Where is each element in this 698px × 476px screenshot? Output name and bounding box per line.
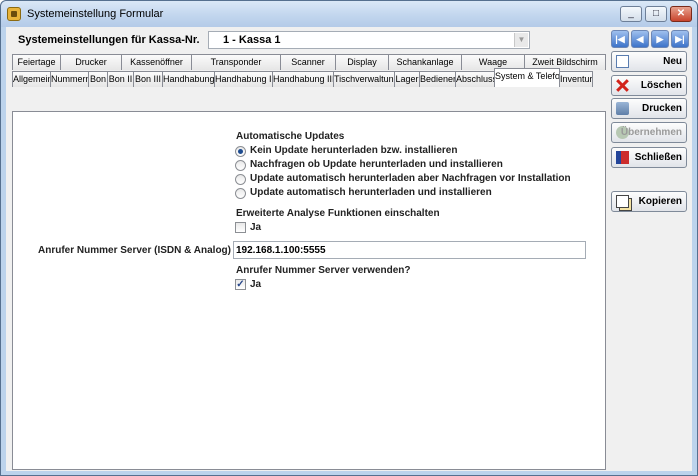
close-form-button[interactable]: Schließen <box>611 147 687 168</box>
caller-server-input[interactable] <box>233 241 586 259</box>
minimize-button[interactable]: _ <box>620 6 642 22</box>
tab-feiertage[interactable]: Feiertage <box>12 54 61 70</box>
kassa-select[interactable]: 1 - Kassa 1 ▼ <box>208 31 530 49</box>
updates-section-title: Automatische Updates <box>236 131 345 142</box>
settings-tabs: Feiertage Drucker Kassenöffner Transpond… <box>12 54 606 470</box>
title-bar[interactable]: Systemeinstellung Formular _ □ ✕ <box>1 1 697 27</box>
first-record-button[interactable]: |◀ <box>611 30 629 48</box>
close-form-button-label: Schließen <box>634 152 682 163</box>
tab-allgemein[interactable]: Allgemein <box>12 71 51 87</box>
tab-scanner[interactable]: Scanner <box>280 54 336 70</box>
tab-bon-iii[interactable]: Bon III <box>133 71 163 87</box>
caller-use-checkbox-label: Ja <box>250 279 262 290</box>
next-record-button[interactable]: ▶ <box>651 30 669 48</box>
previous-record-button[interactable]: ◀ <box>631 30 649 48</box>
copy-button-label: Kopieren <box>638 196 682 207</box>
update-option-radio[interactable] <box>235 188 246 199</box>
tab-tischverwaltung[interactable]: Tischverwaltung <box>333 71 395 87</box>
apply-button-label: Übernehmen <box>620 127 682 138</box>
tab-display[interactable]: Display <box>335 54 389 70</box>
main-window: Systemeinstellung Formular _ □ ✕ Systeme… <box>0 0 698 476</box>
tab-lager[interactable]: Lager <box>394 71 420 87</box>
system-telefon-panel: Automatische Updates Kein Update herunte… <box>12 111 606 470</box>
update-option-label: Update automatisch herunterladen und ins… <box>250 187 492 198</box>
form-client-area: Systemeinstellungen für Kassa-Nr. 1 - Ka… <box>6 27 692 471</box>
tab-bon-ii[interactable]: Bon II <box>107 71 134 87</box>
chevron-down-icon[interactable]: ▼ <box>514 33 528 47</box>
close-window-button[interactable]: ✕ <box>670 6 692 22</box>
last-record-button[interactable]: ▶| <box>671 30 689 48</box>
new-document-icon <box>616 55 629 68</box>
caller-use-checkbox[interactable]: ✓ <box>235 279 246 290</box>
tab-system-telefon[interactable]: System & Telefon <box>494 68 560 87</box>
tab-inventur[interactable]: Inventur <box>559 71 593 87</box>
tab-bon[interactable]: Bon <box>88 71 108 87</box>
maximize-button[interactable]: □ <box>645 6 667 22</box>
print-button-label: Drucken <box>641 103 682 114</box>
tab-handhabung[interactable]: Handhabung <box>162 71 215 87</box>
kassa-label: Systemeinstellungen für Kassa-Nr. <box>18 34 200 46</box>
apply-button[interactable]: Übernehmen <box>611 122 687 143</box>
tab-row-lower: Allgemein Nummern Bon Bon II Bon III Han… <box>12 68 593 87</box>
tab-schankanlage[interactable]: Schankanlage <box>388 54 462 70</box>
tab-drucker[interactable]: Drucker <box>60 54 122 70</box>
window-title: Systemeinstellung Formular <box>27 8 164 20</box>
update-option-radio[interactable] <box>235 174 246 185</box>
caller-server-label: Anrufer Nummer Server (ISDN & Analog) <box>38 245 231 256</box>
update-option-radio[interactable] <box>235 146 246 157</box>
tab-handhabung-ii[interactable]: Handhabung II <box>214 71 273 87</box>
tab-kassenoeffner[interactable]: Kassenöffner <box>121 54 192 70</box>
tab-transponder[interactable]: Transponder <box>191 54 281 70</box>
delete-x-icon <box>616 79 629 92</box>
delete-button[interactable]: Löschen <box>611 75 687 96</box>
update-option-radio[interactable] <box>235 160 246 171</box>
analysis-checkbox-label: Ja <box>250 222 262 233</box>
caller-use-section-title: Anrufer Nummer Server verwenden? <box>236 265 411 276</box>
update-option-label: Nachfragen ob Update herunterladen und i… <box>250 159 503 170</box>
app-icon <box>7 7 21 21</box>
analysis-checkbox[interactable] <box>235 222 246 233</box>
new-button[interactable]: Neu <box>611 51 687 72</box>
tab-handhabung-iii[interactable]: Handhabung III <box>272 71 334 87</box>
update-option-label: Update automatisch herunterladen aber Na… <box>250 173 571 184</box>
kassa-select-value: 1 - Kassa 1 <box>223 34 281 46</box>
tab-abschluss[interactable]: Abschluss <box>455 71 495 87</box>
update-option-label: Kein Update herunterladen bzw. installie… <box>250 145 458 156</box>
tab-bediener[interactable]: Bediener <box>419 71 456 87</box>
print-button[interactable]: Drucken <box>611 98 687 119</box>
delete-button-label: Löschen <box>640 80 682 91</box>
analysis-section-title: Erweiterte Analyse Funktionen einschalte… <box>236 208 440 219</box>
copy-button[interactable]: Kopieren <box>611 191 687 212</box>
tab-nummern[interactable]: Nummern <box>50 71 89 87</box>
printer-icon <box>616 102 629 115</box>
copy-icon <box>616 195 629 208</box>
exit-door-icon <box>616 151 629 164</box>
new-button-label: Neu <box>663 56 682 67</box>
